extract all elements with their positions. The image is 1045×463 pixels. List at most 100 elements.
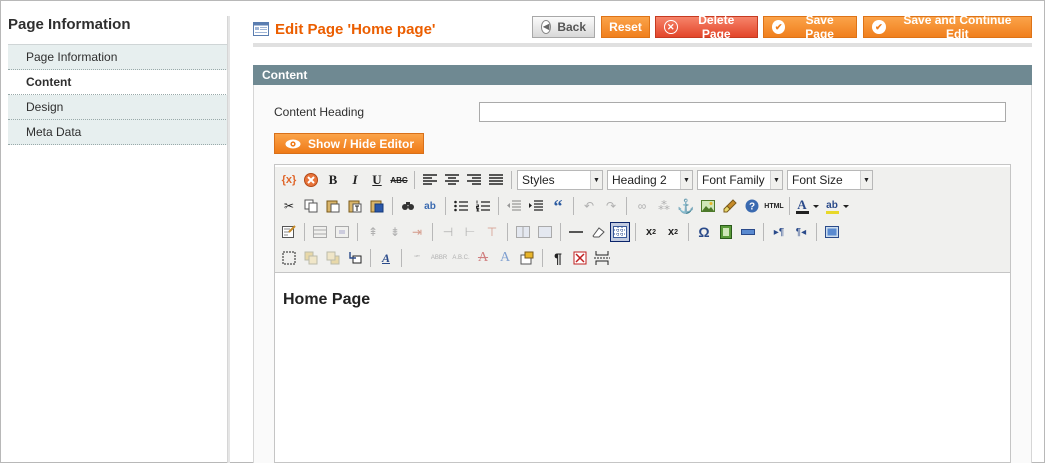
tab-page-information[interactable]: Page Information bbox=[8, 45, 228, 70]
split-cells-icon[interactable] bbox=[513, 222, 533, 242]
toolbar-separator bbox=[511, 171, 512, 189]
align-left-icon[interactable] bbox=[420, 170, 440, 190]
cleanup-icon[interactable] bbox=[720, 196, 740, 216]
delete-col-icon[interactable]: ⊤ bbox=[482, 222, 502, 242]
find-icon[interactable] bbox=[398, 196, 418, 216]
page-break-icon[interactable] bbox=[592, 248, 612, 268]
align-right-icon[interactable] bbox=[464, 170, 484, 190]
svg-text:A: A bbox=[797, 197, 807, 212]
fullscreen-icon[interactable] bbox=[822, 222, 842, 242]
remove-format-icon[interactable] bbox=[588, 222, 608, 242]
underline-icon[interactable]: U bbox=[367, 170, 387, 190]
tab-meta-data[interactable]: Meta Data bbox=[8, 120, 228, 145]
col-after-icon[interactable]: ⊢ bbox=[460, 222, 480, 242]
paste-text-icon[interactable] bbox=[345, 196, 365, 216]
blockquote-icon[interactable]: “ bbox=[548, 196, 568, 216]
save-and-continue-button[interactable]: ✔ Save and Continue Edit bbox=[863, 13, 1032, 41]
redo-icon[interactable]: ↷ bbox=[601, 196, 621, 216]
toolbar-separator bbox=[635, 223, 636, 241]
ins-icon[interactable]: A bbox=[495, 248, 515, 268]
sidebar-divider bbox=[227, 16, 230, 463]
insert-image-icon[interactable] bbox=[698, 196, 718, 216]
delete-page-button[interactable]: ✕ Delete Page bbox=[655, 13, 758, 41]
toolbar-row-3: ⇞ ⇟ ⇥ ⊣ ⊢ ⊤ x2 x2 Ω ▸¶ ¶◂ bbox=[275, 219, 1010, 245]
del-icon[interactable]: A bbox=[473, 248, 493, 268]
save-page-button[interactable]: ✔ Save Page bbox=[763, 13, 857, 41]
back-arrow-icon: ◀ bbox=[541, 20, 552, 34]
insert-widget-icon[interactable] bbox=[301, 170, 321, 190]
back-button[interactable]: ◀ Back bbox=[532, 16, 595, 38]
show-hide-editor-button[interactable]: Show / Hide Editor bbox=[274, 133, 425, 154]
insert-layer-icon[interactable] bbox=[279, 248, 299, 268]
cut-icon[interactable]: ✂ bbox=[279, 196, 299, 216]
ltr-icon[interactable]: ▸¶ bbox=[769, 222, 789, 242]
insert-table-icon[interactable] bbox=[279, 222, 299, 242]
delete-row-icon[interactable]: ⇥ bbox=[407, 222, 427, 242]
html-source-icon[interactable]: HTML bbox=[764, 196, 784, 216]
font-size-dropdown[interactable]: Font Size ▼ bbox=[787, 170, 873, 190]
paste-word-icon[interactable] bbox=[367, 196, 387, 216]
toolbar-separator bbox=[432, 223, 433, 241]
reset-button-label: Reset bbox=[609, 20, 642, 34]
move-backward-icon[interactable] bbox=[323, 248, 343, 268]
styles-dropdown[interactable]: Styles ▼ bbox=[517, 170, 603, 190]
copy-icon[interactable] bbox=[301, 196, 321, 216]
visual-aid-icon[interactable] bbox=[610, 222, 630, 242]
outdent-icon[interactable] bbox=[504, 196, 524, 216]
merge-cells-icon[interactable] bbox=[535, 222, 555, 242]
reset-button[interactable]: Reset bbox=[601, 16, 650, 38]
anchor-icon[interactable]: ⚓ bbox=[676, 196, 696, 216]
replace-icon[interactable]: ab bbox=[420, 196, 440, 216]
align-center-icon[interactable] bbox=[442, 170, 462, 190]
subscript-icon[interactable]: x2 bbox=[641, 222, 661, 242]
col-before-icon[interactable]: ⊣ bbox=[438, 222, 458, 242]
show-blocks-icon[interactable]: ¶ bbox=[548, 248, 568, 268]
abbr-icon[interactable]: ABBR bbox=[429, 248, 449, 268]
italic-icon[interactable]: I bbox=[345, 170, 365, 190]
cite-icon[interactable]: “” bbox=[407, 248, 427, 268]
horizontal-rule-icon[interactable] bbox=[566, 222, 586, 242]
format-dropdown-value: Heading 2 bbox=[612, 173, 667, 187]
row-after-icon[interactable]: ⇟ bbox=[385, 222, 405, 242]
undo-icon[interactable]: ↶ bbox=[579, 196, 599, 216]
insert-variable-icon[interactable]: {x} bbox=[279, 170, 299, 190]
absolute-position-icon[interactable] bbox=[345, 248, 365, 268]
acronym-icon[interactable]: A.B.C. bbox=[451, 248, 471, 268]
row-before-icon[interactable]: ⇞ bbox=[363, 222, 383, 242]
align-justify-icon[interactable] bbox=[486, 170, 506, 190]
toolbar-separator bbox=[370, 249, 371, 267]
highlight-color-icon[interactable]: ab bbox=[825, 196, 853, 216]
indent-icon[interactable] bbox=[526, 196, 546, 216]
section-header: Content bbox=[253, 65, 1032, 85]
text-color-icon[interactable]: A bbox=[795, 196, 823, 216]
tab-content[interactable]: Content bbox=[8, 70, 228, 95]
numbered-list-icon[interactable] bbox=[473, 196, 493, 216]
superscript-icon[interactable]: x2 bbox=[663, 222, 683, 242]
move-forward-icon[interactable] bbox=[301, 248, 321, 268]
row-props-icon[interactable] bbox=[310, 222, 330, 242]
rtl-icon[interactable]: ¶◂ bbox=[791, 222, 811, 242]
styleprops-icon[interactable]: A bbox=[376, 248, 396, 268]
toolbar-separator bbox=[789, 197, 790, 215]
editor-content-area[interactable]: Home Page bbox=[275, 273, 1010, 327]
special-char-icon[interactable]: Ω bbox=[694, 222, 714, 242]
link-icon[interactable]: ∞ bbox=[632, 196, 652, 216]
nonbreaking-icon[interactable] bbox=[570, 248, 590, 268]
format-dropdown[interactable]: Heading 2 ▼ bbox=[607, 170, 693, 190]
unlink-icon[interactable]: ⁂ bbox=[654, 196, 674, 216]
toolbar-separator bbox=[401, 249, 402, 267]
paste-icon[interactable] bbox=[323, 196, 343, 216]
font-family-dropdown[interactable]: Font Family ▼ bbox=[697, 170, 783, 190]
tab-design[interactable]: Design bbox=[8, 95, 228, 120]
back-button-label: Back bbox=[557, 20, 586, 34]
cell-props-icon[interactable] bbox=[332, 222, 352, 242]
bullet-list-icon[interactable] bbox=[451, 196, 471, 216]
attributes-icon[interactable] bbox=[517, 248, 537, 268]
bold-icon[interactable]: B bbox=[323, 170, 343, 190]
help-icon[interactable]: ? bbox=[742, 196, 762, 216]
wysiwyg-editor: {x} B I U ABC Styles ▼ Heading 2 ▼ Font … bbox=[274, 164, 1011, 463]
content-heading-input[interactable] bbox=[479, 102, 1006, 122]
strikethrough-icon[interactable]: ABC bbox=[389, 170, 409, 190]
hr-line-icon[interactable] bbox=[738, 222, 758, 242]
media-icon[interactable] bbox=[716, 222, 736, 242]
